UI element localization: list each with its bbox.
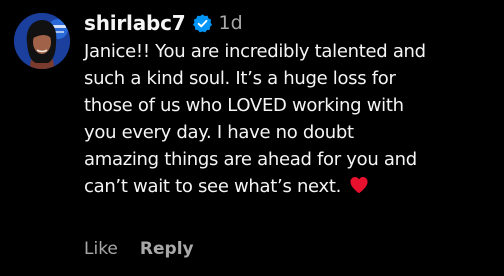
avatar-image (14, 13, 70, 69)
comment-text-last-line: can’t wait to see what’s next. (84, 173, 500, 200)
username-link[interactable]: shirlabc7 (84, 11, 186, 35)
comment-text-line: you every day. I have no doubt (84, 122, 354, 143)
comment-header: shirlabc7 1d (84, 8, 243, 38)
profile-avatar[interactable] (14, 13, 70, 69)
comment-text-line: can’t wait to see what’s next. (84, 176, 342, 197)
verified-badge-icon (192, 13, 213, 34)
comment-actions: Like Reply (84, 239, 194, 259)
comment-text: Janice!! You are incredibly talented and… (84, 38, 500, 200)
like-button[interactable]: Like (84, 239, 118, 259)
comment-timestamp: 1d (218, 12, 243, 34)
comment-text-line: such a kind soul. It’s a huge loss for (84, 68, 396, 89)
reply-button[interactable]: Reply (140, 239, 194, 259)
comment-text-line: those of us who LOVED working with (84, 95, 404, 116)
comment-text-line: amazing things are ahead for you and (84, 149, 417, 170)
comment-text-line: Janice!! You are incredibly talented and (84, 41, 426, 62)
comment: shirlabc7 1d Janice!! You are incredibly… (0, 0, 504, 276)
red-heart-icon (349, 176, 369, 194)
